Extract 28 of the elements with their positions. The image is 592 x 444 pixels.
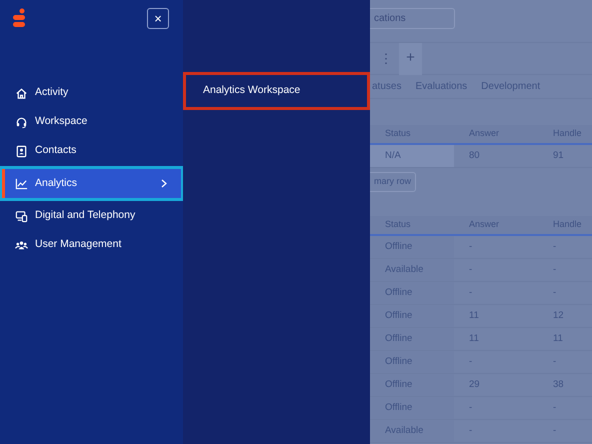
table-cell-text: -	[552, 240, 558, 254]
table-cell-text: -	[468, 424, 474, 438]
submenu-item[interactable]: Analytics Workspace	[183, 72, 370, 110]
table-cell: N/A	[370, 145, 454, 167]
table-cell-text: -	[468, 286, 474, 300]
line-chart-icon	[15, 177, 28, 190]
devices-icon	[15, 210, 28, 222]
table-cell-text: -	[468, 400, 474, 415]
contact-card-icon	[15, 144, 28, 158]
nav-item[interactable]: Workspace	[2, 109, 181, 135]
nav-item[interactable]: Digital and Telephony	[2, 203, 181, 229]
table-cell-text: -	[552, 424, 558, 438]
table-cell-text: -	[552, 262, 558, 277]
table-cell-text: -	[468, 262, 474, 277]
headset-icon	[15, 116, 28, 128]
table-cell-text: -	[552, 400, 558, 415]
nav-item[interactable]: User Management	[2, 232, 181, 258]
table-cell-text: -	[552, 286, 558, 300]
table-cell-text: -	[552, 354, 558, 369]
nav-item[interactable]: Analytics	[2, 169, 181, 198]
close-button[interactable]: ×	[147, 8, 169, 29]
nav-item[interactable]: Activity	[2, 80, 181, 106]
home-icon	[15, 86, 28, 100]
table-cell-text: -	[468, 240, 474, 254]
table-cell-text: -	[468, 354, 474, 369]
people-icon	[15, 238, 28, 252]
logo-icon	[12, 8, 26, 28]
nav-item[interactable]: Contacts	[2, 138, 181, 164]
